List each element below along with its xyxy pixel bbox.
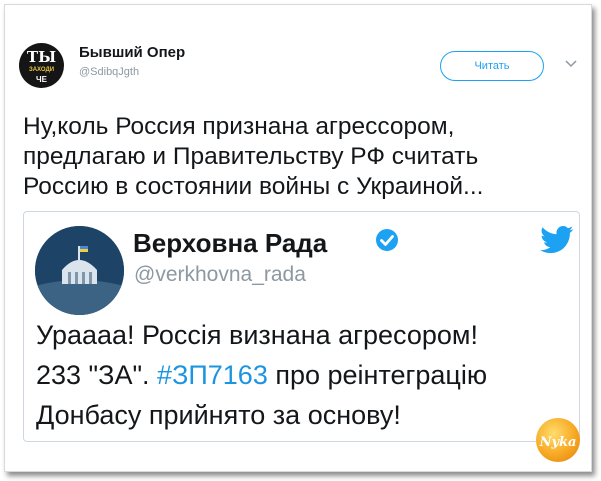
quoted-author-handle[interactable]: @verkhovna_rada bbox=[134, 263, 306, 287]
tweet-text: Ну,коль Россия признана агрессором, пред… bbox=[23, 112, 578, 202]
rada-avatar[interactable] bbox=[35, 226, 124, 315]
tweet-text-line: Россию в состоянии войны с Украиной... bbox=[23, 173, 484, 200]
quoted-author-name[interactable]: Верховна Рада bbox=[133, 228, 327, 259]
chevron-down-icon[interactable] bbox=[563, 58, 579, 70]
author-avatar[interactable]: ТЫ ЗАХОДИ ЧЕ bbox=[19, 43, 64, 88]
twitter-bird-icon[interactable] bbox=[540, 226, 574, 254]
verified-badge-icon bbox=[376, 229, 398, 251]
avatar-text-top: ТЫ bbox=[26, 48, 57, 66]
watermark-logo: Nyka bbox=[536, 418, 580, 462]
tweet-text-line: предлагаю и Правительству РФ считать bbox=[23, 143, 479, 170]
tweet-text-line: Ну,коль Россия признана агрессором, bbox=[23, 113, 455, 140]
author-handle[interactable]: @SdibqJgth bbox=[79, 66, 139, 78]
quoted-text-line: 233 "ЗА". #ЗП7163 про реінтеграцію bbox=[36, 355, 576, 395]
follow-button[interactable]: Читать bbox=[440, 51, 544, 81]
hashtag-link[interactable]: #ЗП7163 bbox=[157, 360, 268, 390]
quoted-text-fragment: 233 "ЗА". bbox=[36, 360, 158, 390]
watermark-logo-mark: Nyka bbox=[539, 435, 577, 450]
svg-text:Nyka: Nyka bbox=[539, 435, 577, 450]
avatar-text-mid: ЗАХОДИ bbox=[28, 67, 55, 73]
quoted-text-line: Урааaa! Россія визнана агресором! bbox=[36, 320, 478, 350]
quoted-tweet-text: Урааaa! Россія визнана агресором! 233 "З… bbox=[36, 315, 576, 435]
avatar-text-bot: ЧЕ bbox=[36, 75, 47, 84]
quoted-text-fragment: про реінтеграцію bbox=[267, 360, 488, 390]
parliament-building-icon bbox=[35, 226, 124, 315]
author-name[interactable]: Бывший Опер bbox=[79, 44, 185, 61]
quoted-text-line: Донбасу прийнято за основу! bbox=[36, 400, 401, 430]
